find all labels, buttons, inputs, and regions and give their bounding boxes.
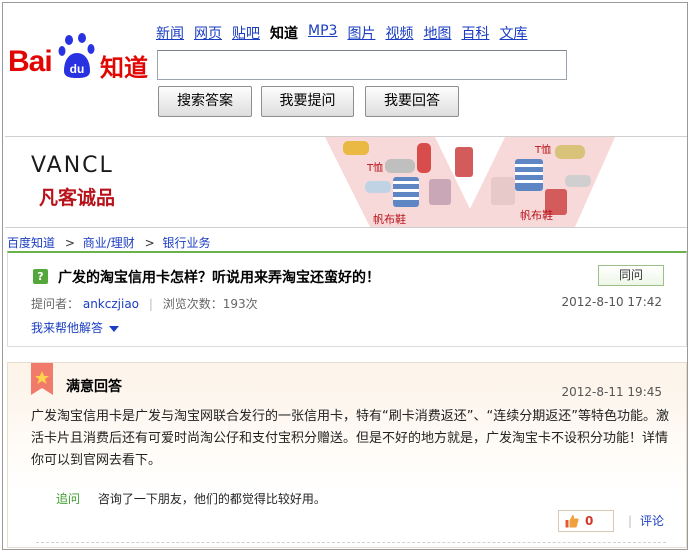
nav-mp3[interactable]: MP3 bbox=[308, 23, 337, 45]
like-count: 0 bbox=[585, 514, 594, 528]
nav-tieba[interactable]: 贴吧 bbox=[232, 23, 260, 45]
logo-bai-text: Bai bbox=[8, 45, 53, 78]
meta-divider: | bbox=[148, 297, 153, 311]
banner-label-tshirt-1: T恤 bbox=[366, 161, 383, 174]
logo-zhidao-text: 知道 bbox=[100, 54, 148, 82]
ribbon-badge-icon bbox=[31, 363, 53, 395]
ask-question-button[interactable]: 我要提问 bbox=[261, 86, 354, 117]
breadcrumb-separator: > bbox=[144, 236, 155, 250]
followup-text: 咨询了一下朋友，他们的都觉得比较好用。 bbox=[97, 492, 326, 506]
help-answer-label: 我来帮他解答 bbox=[31, 321, 104, 335]
question-date: 2012-8-10 17:42 bbox=[561, 295, 663, 309]
followup-tag: 追问 bbox=[56, 492, 81, 506]
nav-web[interactable]: 网页 bbox=[194, 23, 222, 45]
breadcrumb-separator: > bbox=[64, 236, 75, 250]
comment-divider: | bbox=[628, 514, 633, 528]
thumbs-up-icon bbox=[565, 515, 579, 528]
logo-du-text: du bbox=[70, 62, 85, 76]
banner-label-tshirt-2: T恤 bbox=[534, 143, 551, 156]
nav-wenku[interactable]: 文库 bbox=[499, 23, 527, 45]
nav-images[interactable]: 图片 bbox=[347, 23, 375, 45]
nav-zhidao[interactable]: 知道 bbox=[270, 23, 298, 45]
question-meta: 提问者： ankczjiao | 浏览次数：193次 bbox=[31, 295, 258, 312]
breadcrumb-home[interactable]: 百度知道 bbox=[7, 236, 55, 250]
vancl-banner-ad[interactable]: VANCL 凡客诚品 T恤 T恤 帆布鞋 帆布鞋 bbox=[5, 136, 687, 228]
best-answer-title: 满意回答 bbox=[66, 379, 122, 395]
browser-frame: Bai du 知道 新闻 网页 贴吧 知道 MP3 图片 视频 地图 百科 文库… bbox=[2, 2, 688, 550]
question-panel: ? 广发的淘宝信用卡怎样？听说用来弄淘宝还蛮好的！ 同问 提问者： ankczj… bbox=[7, 251, 687, 347]
breadcrumb-category[interactable]: 商业/理财 bbox=[83, 236, 135, 250]
followup-row: 追问 咨询了一下朋友，他们的都觉得比较好用。 bbox=[56, 490, 326, 507]
views-count: 193次 bbox=[222, 297, 258, 311]
search-answers-button[interactable]: 搜索答案 bbox=[158, 86, 252, 117]
nav-news[interactable]: 新闻 bbox=[156, 23, 184, 45]
breadcrumb: 百度知道 > 商业/理财 > 银行业务 bbox=[7, 234, 211, 251]
nav-baike[interactable]: 百科 bbox=[461, 23, 489, 45]
divider-line bbox=[36, 542, 666, 543]
vancl-slogan: 凡客诚品 bbox=[39, 187, 116, 209]
banner-label-canvas-shoes-1: 帆布鞋 bbox=[373, 212, 406, 226]
question-title: 广发的淘宝信用卡怎样？听说用来弄淘宝还蛮好的！ bbox=[58, 270, 380, 286]
banner-label-canvas-shoes-2: 帆布鞋 bbox=[520, 208, 553, 222]
views-label: 浏览次数： bbox=[162, 297, 223, 311]
same-question-button[interactable]: 同问 bbox=[598, 265, 664, 286]
help-answer-link[interactable]: 我来帮他解答 bbox=[31, 319, 120, 336]
breadcrumb-subcategory[interactable]: 银行业务 bbox=[163, 236, 211, 250]
comment-label: 评论 bbox=[640, 514, 665, 528]
paw-icon: du bbox=[58, 33, 95, 78]
nav-map[interactable]: 地图 bbox=[423, 23, 451, 45]
comment-link[interactable]: | 评论 bbox=[628, 512, 664, 529]
asker-link[interactable]: ankczjiao bbox=[83, 297, 139, 311]
baidu-zhidao-logo[interactable]: Bai du 知道 bbox=[8, 31, 148, 82]
banner-products-image: T恤 T恤 帆布鞋 帆布鞋 bbox=[325, 137, 615, 227]
answer-body: 广发淘宝信用卡是广发与淘宝网联合发行的一张信用卡，特有“刷卡消费返还”、“连续分… bbox=[31, 409, 669, 468]
best-answer-panel: 满意回答 2012-8-11 19:45 广发淘宝信用卡是广发与淘宝网联合发行的… bbox=[7, 362, 687, 548]
search-input[interactable] bbox=[157, 50, 567, 80]
question-icon: ? bbox=[33, 269, 48, 284]
like-button[interactable]: 0 bbox=[558, 510, 614, 532]
asker-label: 提问者： bbox=[31, 297, 80, 311]
nav-video[interactable]: 视频 bbox=[385, 23, 413, 45]
answer-question-button[interactable]: 我要回答 bbox=[365, 86, 459, 117]
top-nav: 新闻 网页 贴吧 知道 MP3 图片 视频 地图 百科 文库 bbox=[156, 23, 527, 45]
chevron-down-icon bbox=[109, 325, 120, 332]
answer-date: 2012-8-11 19:45 bbox=[561, 385, 663, 399]
vancl-brand: VANCL bbox=[31, 153, 114, 178]
